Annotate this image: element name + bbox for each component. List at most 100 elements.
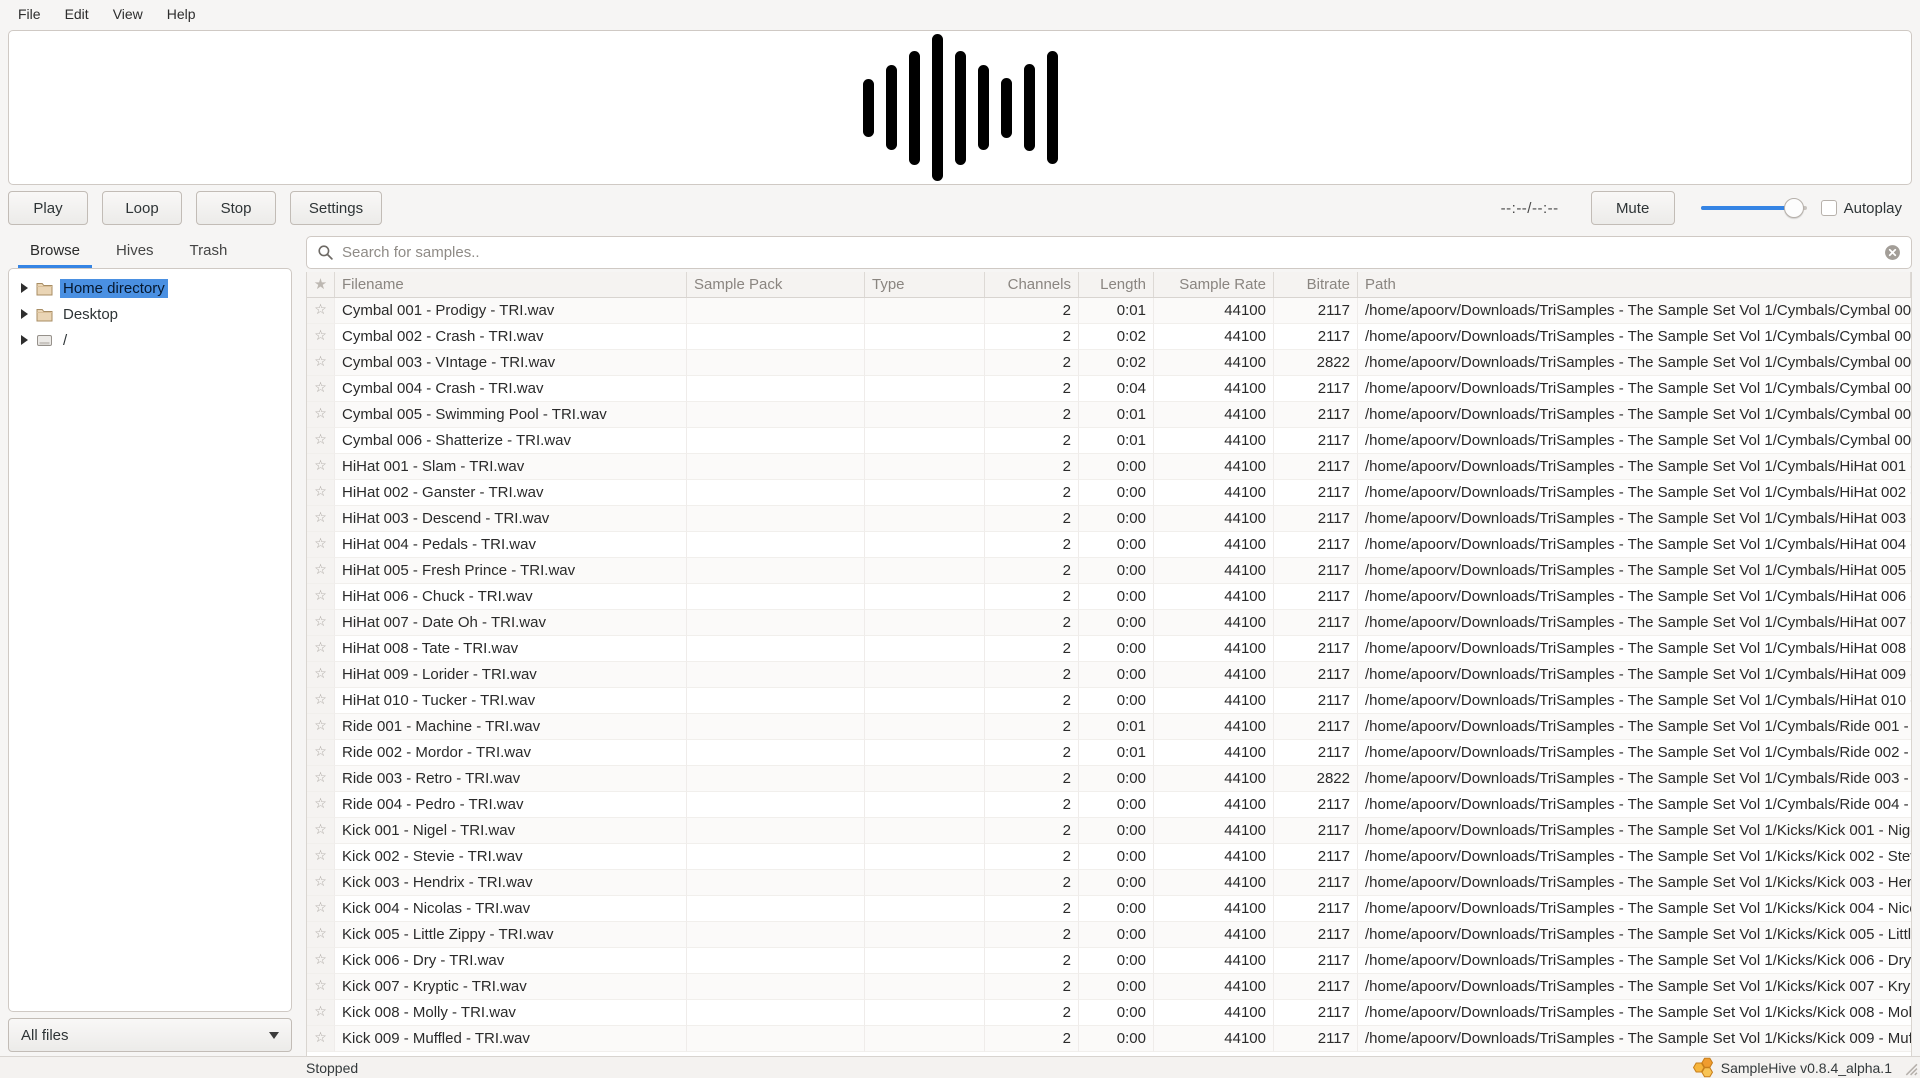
tab-hives[interactable]: Hives bbox=[102, 234, 168, 268]
mute-button[interactable]: Mute bbox=[1591, 191, 1675, 225]
table-row[interactable]: ☆Kick 005 - Little Zippy - TRI.wav20:004… bbox=[307, 922, 1911, 948]
favorite-star-icon[interactable]: ☆ bbox=[307, 558, 335, 584]
table-row[interactable]: ☆Kick 001 - Nigel - TRI.wav20:0044100211… bbox=[307, 818, 1911, 844]
cell-length: 0:00 bbox=[1079, 688, 1154, 714]
column-header-sample-rate[interactable]: Sample Rate bbox=[1154, 272, 1274, 297]
favorite-star-icon[interactable]: ☆ bbox=[307, 298, 335, 324]
favorite-star-icon[interactable]: ☆ bbox=[307, 376, 335, 402]
table-row[interactable]: ☆Kick 006 - Dry - TRI.wav20:00441002117/… bbox=[307, 948, 1911, 974]
favorite-star-icon[interactable]: ☆ bbox=[307, 688, 335, 714]
cell-channels: 2 bbox=[985, 662, 1079, 688]
file-filter-dropdown[interactable]: All files bbox=[8, 1018, 292, 1052]
table-row[interactable]: ☆Cymbal 005 - Swimming Pool - TRI.wav20:… bbox=[307, 402, 1911, 428]
favorite-column-header[interactable]: ★ bbox=[307, 272, 335, 297]
table-row[interactable]: ☆Kick 003 - Hendrix - TRI.wav20:00441002… bbox=[307, 870, 1911, 896]
table-row[interactable]: ☆Ride 002 - Mordor - TRI.wav20:014410021… bbox=[307, 740, 1911, 766]
table-row[interactable]: ☆HiHat 010 - Tucker - TRI.wav20:00441002… bbox=[307, 688, 1911, 714]
menu-item-view[interactable]: View bbox=[103, 2, 153, 26]
favorite-star-icon[interactable]: ☆ bbox=[307, 402, 335, 428]
favorite-star-icon[interactable]: ☆ bbox=[307, 870, 335, 896]
volume-slider-thumb[interactable] bbox=[1784, 198, 1804, 218]
favorite-star-icon[interactable]: ☆ bbox=[307, 896, 335, 922]
volume-slider[interactable] bbox=[1701, 198, 1807, 218]
cell-sample-pack bbox=[687, 532, 865, 558]
table-row[interactable]: ☆Ride 004 - Pedro - TRI.wav20:0044100211… bbox=[307, 792, 1911, 818]
table-row[interactable]: ☆HiHat 009 - Lorider - TRI.wav20:0044100… bbox=[307, 662, 1911, 688]
menu-item-help[interactable]: Help bbox=[157, 2, 206, 26]
column-header-path[interactable]: Path bbox=[1358, 272, 1911, 297]
favorite-star-icon[interactable]: ☆ bbox=[307, 324, 335, 350]
column-header-channels[interactable]: Channels bbox=[985, 272, 1079, 297]
table-row[interactable]: ☆HiHat 003 - Descend - TRI.wav20:0044100… bbox=[307, 506, 1911, 532]
favorite-star-icon[interactable]: ☆ bbox=[307, 792, 335, 818]
column-header-filename[interactable]: Filename bbox=[335, 272, 687, 297]
favorite-star-icon[interactable]: ☆ bbox=[307, 454, 335, 480]
table-row[interactable]: ☆Cymbal 003 - VIntage - TRI.wav20:024410… bbox=[307, 350, 1911, 376]
favorite-star-icon[interactable]: ☆ bbox=[307, 922, 335, 948]
favorite-star-icon[interactable]: ☆ bbox=[307, 714, 335, 740]
clear-search-icon[interactable] bbox=[1884, 244, 1901, 261]
table-row[interactable]: ☆Kick 009 - Muffled - TRI.wav20:00441002… bbox=[307, 1026, 1911, 1052]
tree-item-home-directory[interactable]: Home directory bbox=[9, 275, 291, 301]
table-row[interactable]: ☆HiHat 008 - Tate - TRI.wav20:0044100211… bbox=[307, 636, 1911, 662]
cell-sample-pack bbox=[687, 584, 865, 610]
table-row[interactable]: ☆HiHat 006 - Chuck - TRI.wav20:004410021… bbox=[307, 584, 1911, 610]
favorite-star-icon[interactable]: ☆ bbox=[307, 974, 335, 1000]
table-row[interactable]: ☆Kick 004 - Nicolas - TRI.wav20:00441002… bbox=[307, 896, 1911, 922]
favorite-star-icon[interactable]: ☆ bbox=[307, 480, 335, 506]
table-row[interactable]: ☆HiHat 004 - Pedals - TRI.wav20:00441002… bbox=[307, 532, 1911, 558]
tree-item--[interactable]: / bbox=[9, 327, 291, 353]
resize-grip[interactable] bbox=[1901, 1059, 1918, 1076]
tab-browse[interactable]: Browse bbox=[16, 234, 94, 268]
expand-caret-icon[interactable] bbox=[21, 309, 28, 319]
table-row[interactable]: ☆Cymbal 001 - Prodigy - TRI.wav20:014410… bbox=[307, 298, 1911, 324]
favorite-star-icon[interactable]: ☆ bbox=[307, 818, 335, 844]
favorite-star-icon[interactable]: ☆ bbox=[307, 662, 335, 688]
expand-caret-icon[interactable] bbox=[21, 335, 28, 345]
favorite-star-icon[interactable]: ☆ bbox=[307, 1000, 335, 1026]
stop-button[interactable]: Stop bbox=[196, 191, 276, 225]
menu-item-edit[interactable]: Edit bbox=[55, 2, 99, 26]
cell-filename: Ride 002 - Mordor - TRI.wav bbox=[335, 740, 687, 766]
tree-item-desktop[interactable]: Desktop bbox=[9, 301, 291, 327]
play-button[interactable]: Play bbox=[8, 191, 88, 225]
table-row[interactable]: ☆Cymbal 006 - Shatterize - TRI.wav20:014… bbox=[307, 428, 1911, 454]
cell-channels: 2 bbox=[985, 922, 1079, 948]
favorite-star-icon[interactable]: ☆ bbox=[307, 740, 335, 766]
table-row[interactable]: ☆HiHat 001 - Slam - TRI.wav20:0044100211… bbox=[307, 454, 1911, 480]
favorite-star-icon[interactable]: ☆ bbox=[307, 636, 335, 662]
column-header-type[interactable]: Type bbox=[865, 272, 985, 297]
favorite-star-icon[interactable]: ☆ bbox=[307, 584, 335, 610]
favorite-star-icon[interactable]: ☆ bbox=[307, 948, 335, 974]
table-row[interactable]: ☆Kick 008 - Molly - TRI.wav20:0044100211… bbox=[307, 1000, 1911, 1026]
menu-item-file[interactable]: File bbox=[8, 2, 51, 26]
cell-bitrate: 2117 bbox=[1274, 402, 1358, 428]
loop-button[interactable]: Loop bbox=[102, 191, 182, 225]
column-header-bitrate[interactable]: Bitrate bbox=[1274, 272, 1358, 297]
favorite-star-icon[interactable]: ☆ bbox=[307, 532, 335, 558]
favorite-star-icon[interactable]: ☆ bbox=[307, 610, 335, 636]
column-header-sample-pack[interactable]: Sample Pack bbox=[687, 272, 865, 297]
favorite-star-icon[interactable]: ☆ bbox=[307, 506, 335, 532]
favorite-star-icon[interactable]: ☆ bbox=[307, 350, 335, 376]
table-row[interactable]: ☆Ride 001 - Machine - TRI.wav20:01441002… bbox=[307, 714, 1911, 740]
favorite-star-icon[interactable]: ☆ bbox=[307, 766, 335, 792]
table-row[interactable]: ☆Cymbal 004 - Crash - TRI.wav20:04441002… bbox=[307, 376, 1911, 402]
autoplay-checkbox[interactable] bbox=[1821, 200, 1837, 216]
tab-trash[interactable]: Trash bbox=[176, 234, 242, 268]
expand-caret-icon[interactable] bbox=[21, 283, 28, 293]
table-row[interactable]: ☆HiHat 005 - Fresh Prince - TRI.wav20:00… bbox=[307, 558, 1911, 584]
table-row[interactable]: ☆HiHat 002 - Ganster - TRI.wav20:0044100… bbox=[307, 480, 1911, 506]
search-input[interactable] bbox=[342, 244, 1884, 261]
favorite-star-icon[interactable]: ☆ bbox=[307, 1026, 335, 1052]
favorite-star-icon[interactable]: ☆ bbox=[307, 844, 335, 870]
table-row[interactable]: ☆Kick 002 - Stevie - TRI.wav20:004410021… bbox=[307, 844, 1911, 870]
settings-button[interactable]: Settings bbox=[290, 191, 382, 225]
table-row[interactable]: ☆Cymbal 002 - Crash - TRI.wav20:02441002… bbox=[307, 324, 1911, 350]
table-row[interactable]: ☆Ride 003 - Retro - TRI.wav20:0044100282… bbox=[307, 766, 1911, 792]
cell-filename: HiHat 004 - Pedals - TRI.wav bbox=[335, 532, 687, 558]
table-row[interactable]: ☆HiHat 007 - Date Oh - TRI.wav20:0044100… bbox=[307, 610, 1911, 636]
favorite-star-icon[interactable]: ☆ bbox=[307, 428, 335, 454]
table-row[interactable]: ☆Kick 007 - Kryptic - TRI.wav20:00441002… bbox=[307, 974, 1911, 1000]
column-header-length[interactable]: Length bbox=[1079, 272, 1154, 297]
